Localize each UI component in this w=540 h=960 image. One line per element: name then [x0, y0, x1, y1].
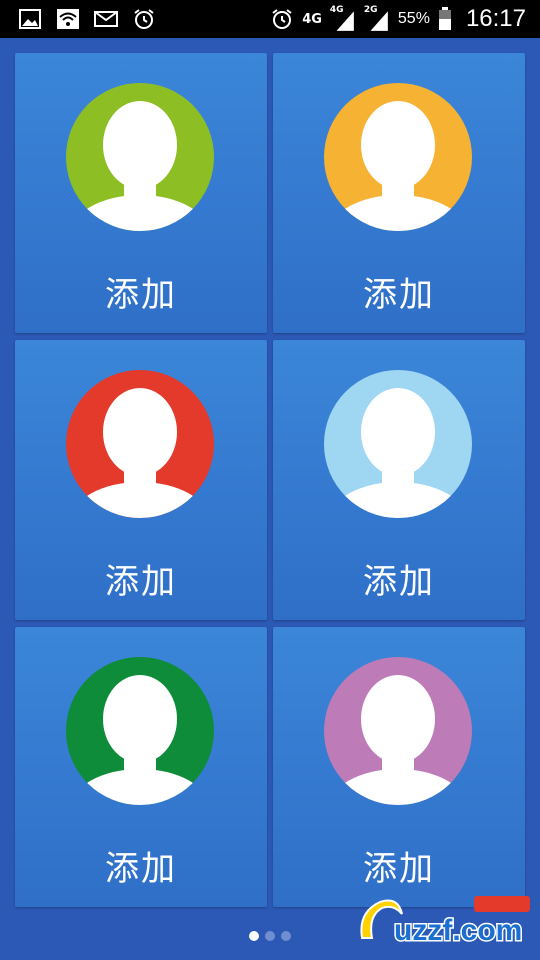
alarm-icon: [270, 7, 294, 31]
sim1-label: 4G: [329, 5, 344, 15]
contact-grid: 添加 添加 添加 添加 添加 添加: [0, 38, 540, 918]
person-icon: [324, 657, 472, 805]
avatar: [324, 657, 472, 805]
mail-icon: [94, 7, 118, 31]
battery-icon: [438, 7, 452, 31]
sim2-label: 2G: [363, 5, 378, 15]
avatar: [66, 370, 214, 518]
add-label: 添加: [105, 849, 177, 889]
add-label: 添加: [363, 562, 435, 602]
contact-tile-5[interactable]: 添加: [15, 627, 267, 907]
svg-text:uzzf.com: uzzf.com: [394, 914, 522, 947]
contact-tile-1[interactable]: 添加: [15, 53, 267, 333]
contact-tile-2[interactable]: 添加: [273, 53, 525, 333]
person-icon: [324, 83, 472, 231]
wifi-icon: [56, 7, 80, 31]
person-icon: [324, 370, 472, 518]
page-dot[interactable]: [265, 931, 275, 941]
person-icon: [66, 370, 214, 518]
avatar: [324, 83, 472, 231]
add-label: 添加: [105, 275, 177, 315]
page-dot[interactable]: [281, 931, 291, 941]
clock: 16:17: [465, 5, 526, 32]
add-label: 添加: [363, 849, 435, 889]
gallery-icon: [18, 7, 42, 31]
alarm-icon: [132, 7, 156, 31]
network-type-label: 4G: [302, 11, 322, 27]
status-bar: 4G 4G 2G 55% 16:17: [0, 0, 540, 38]
contact-tile-4[interactable]: 添加: [273, 340, 525, 620]
watermark-logo: uzzf.com: [354, 892, 534, 952]
signal-icon: 2G: [363, 5, 390, 31]
signal-icon: 4G: [329, 5, 356, 31]
avatar: [324, 370, 472, 518]
page-dot[interactable]: [249, 931, 259, 941]
add-label: 添加: [105, 562, 177, 602]
contact-tile-3[interactable]: 添加: [15, 340, 267, 620]
contact-tile-6[interactable]: 添加: [273, 627, 525, 907]
person-icon: [66, 83, 214, 231]
add-label: 添加: [363, 275, 435, 315]
avatar: [66, 83, 214, 231]
avatar: [66, 657, 214, 805]
person-icon: [66, 657, 214, 805]
battery-percent: 55%: [397, 10, 430, 27]
